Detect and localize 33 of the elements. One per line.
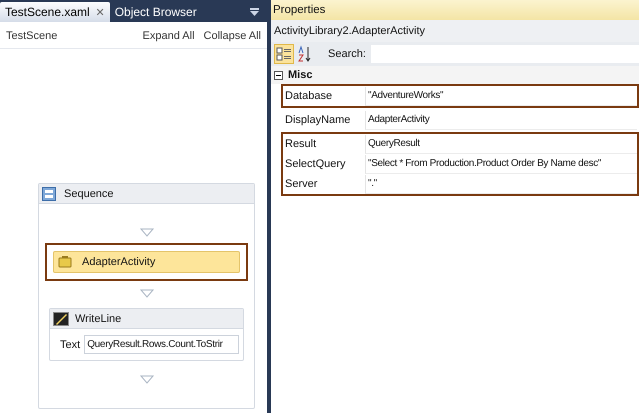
close-icon[interactable]: ✕ bbox=[96, 6, 105, 18]
property-value[interactable]: "AdventureWorks" bbox=[365, 86, 637, 106]
pencil-icon bbox=[53, 312, 69, 326]
document-tab[interactable]: TestScene.xaml ✕ bbox=[0, 2, 110, 22]
breadcrumb[interactable]: TestScene bbox=[6, 30, 58, 42]
dropdown-icon[interactable] bbox=[250, 8, 259, 16]
field-label: Text bbox=[60, 338, 80, 350]
text-field[interactable]: QueryResult.Rows.Count.ToStrir bbox=[84, 335, 239, 354]
expand-all-link[interactable]: Expand All bbox=[142, 30, 195, 42]
search-label: Search: bbox=[328, 48, 366, 60]
property-name: Result bbox=[284, 138, 318, 150]
writeline-block[interactable]: WriteLine Text QueryResult.Rows.Count.ToStrir bbox=[49, 308, 244, 361]
property-name: DisplayName bbox=[284, 114, 352, 126]
panel-title: Properties bbox=[271, 0, 639, 20]
sequence-title: Sequence bbox=[64, 188, 114, 200]
sequence-icon bbox=[42, 186, 56, 200]
category-label: Misc bbox=[288, 69, 312, 81]
activity-block[interactable]: AdapterActivity bbox=[53, 251, 240, 273]
property-value[interactable]: QueryResult bbox=[365, 134, 637, 154]
property-value[interactable]: "." bbox=[365, 174, 637, 194]
categorized-icon[interactable] bbox=[274, 44, 294, 64]
property-name: Database bbox=[284, 90, 334, 102]
writeline-title: WriteLine bbox=[75, 312, 122, 324]
object-name: ActivityLibrary2.AdapterActivity bbox=[271, 20, 639, 42]
property-value[interactable]: AdapterActivity bbox=[365, 110, 637, 130]
activity-icon bbox=[58, 255, 72, 269]
property-name: Server bbox=[284, 178, 318, 190]
collapse-all-link[interactable]: Collapse All bbox=[204, 30, 261, 42]
document-tab[interactable]: Object Browser bbox=[110, 2, 202, 22]
property-value[interactable]: "Select * From Production.Product Order By Name desc" bbox=[365, 154, 637, 174]
sequence-container[interactable]: Sequence AdapterActivity WriteLine Text QueryResult.Rows.Count.ToStrir bbox=[38, 183, 255, 409]
collapse-icon[interactable] bbox=[274, 70, 283, 80]
property-name: SelectQuery bbox=[284, 158, 347, 170]
